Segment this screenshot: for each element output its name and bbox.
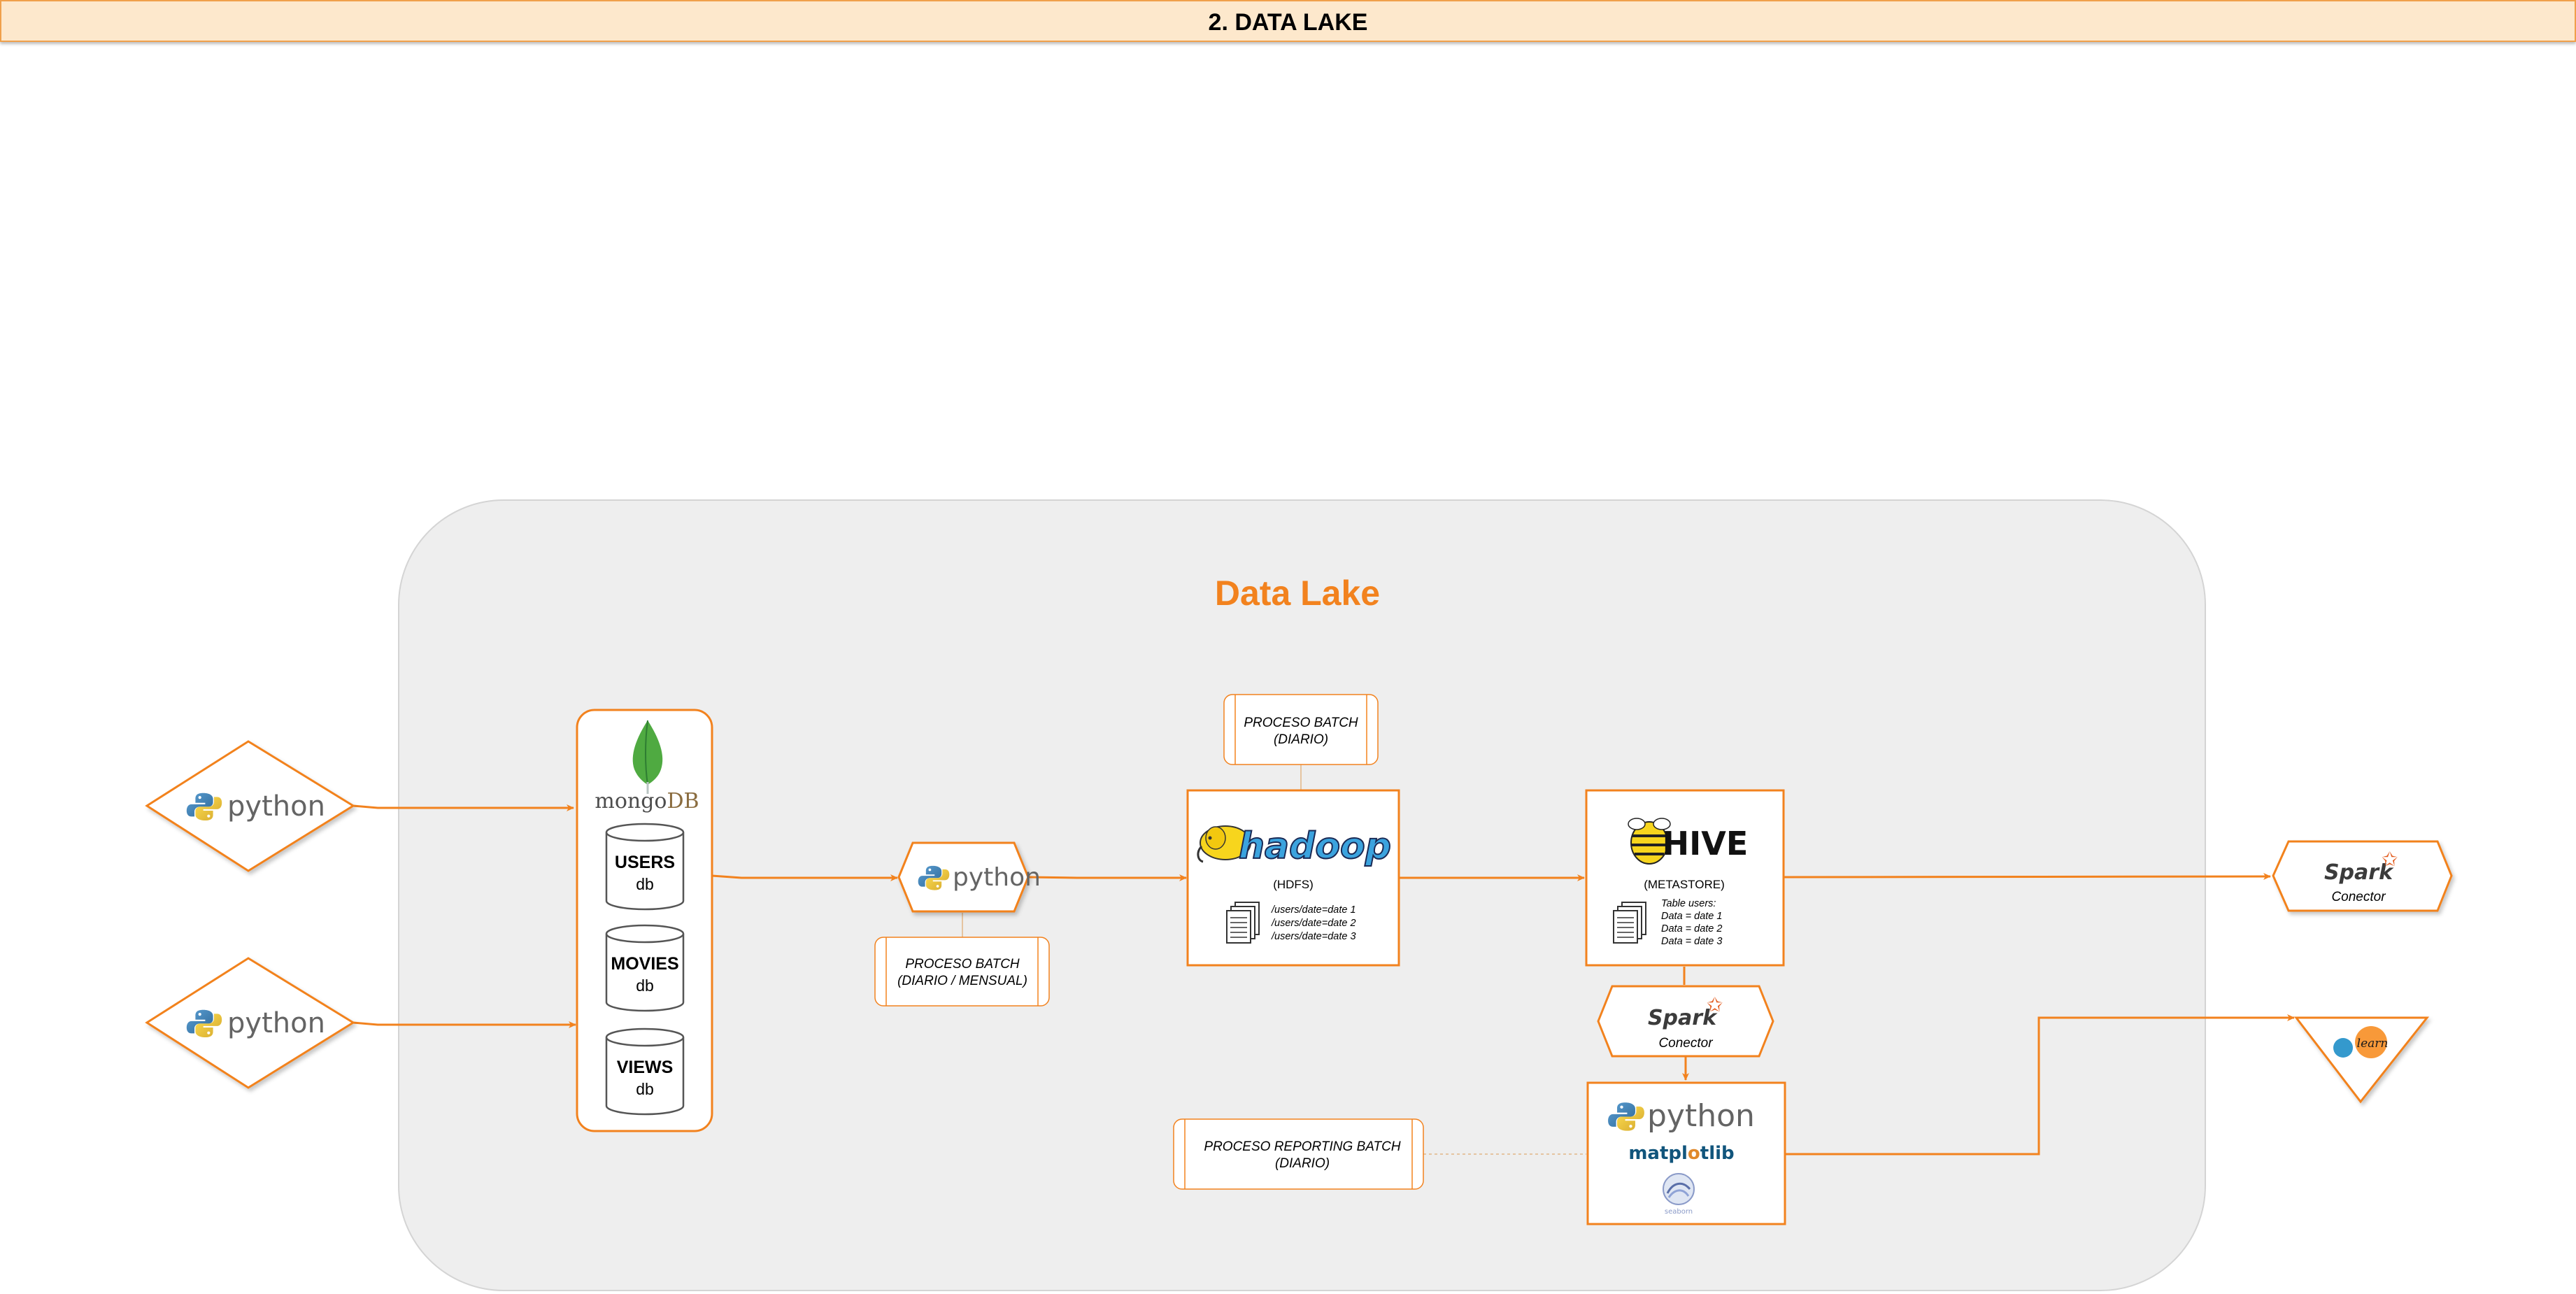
db-sub: db	[636, 976, 654, 995]
db-name: MOVIES	[611, 954, 678, 974]
note-reporting: PROCESO REPORTING BATCH (DIARIO)	[1173, 1118, 1424, 1190]
spark-label: Conector	[1658, 1036, 1713, 1051]
note-line1: PROCESO BATCH	[905, 957, 1020, 972]
hdfs-file: /users/date=date 3	[1271, 931, 1356, 942]
spark-star-icon: ✩	[2382, 848, 2398, 871]
reporting-node: python matplotlib seaborn	[1586, 1081, 1786, 1225]
python-wordmark: python	[953, 863, 1041, 892]
hadoop-wordmark: hadoop	[1239, 825, 1391, 867]
hive-label: (METASTORE)	[1644, 878, 1725, 891]
db-users: USERS db	[605, 823, 685, 911]
etl-python-node: python	[897, 841, 1041, 913]
note-box	[874, 937, 1050, 1007]
architecture-diagram: Data Lake python python mongoDB USERS db…	[145, 499, 2453, 1291]
note-line2: (DIARIO)	[1274, 732, 1328, 747]
mongodb-node: mongoDB USERS db MOVIES db VIEWS db	[576, 709, 713, 1132]
db-sub: db	[636, 875, 654, 893]
sklearn-wordmark: learn	[2357, 1037, 2389, 1051]
spark-star-icon: ✩	[1707, 993, 1723, 1016]
note-line2: (DIARIO)	[1275, 1156, 1330, 1171]
data-lake-title: Data Lake	[1215, 574, 1380, 613]
hive-table-line: Data = date 1	[1661, 911, 1722, 922]
hadoop-label: (HDFS)	[1273, 878, 1314, 891]
db-sub: db	[636, 1080, 654, 1098]
note-line1: PROCESO BATCH	[1244, 716, 1358, 730]
python-wordmark: python	[1647, 1098, 1755, 1134]
note-line1: PROCESO REPORTING BATCH	[1204, 1139, 1400, 1154]
hive-table-line: Data = date 3	[1661, 936, 1722, 947]
seaborn-icon	[1663, 1173, 1695, 1205]
spark-label: Conector	[2331, 890, 2386, 904]
matplotlib-wordmark: matplotlib	[1628, 1143, 1734, 1164]
note-line2: (DIARIO / MENSUAL)	[897, 974, 1027, 988]
note-etl: PROCESO BATCH (DIARIO / MENSUAL)	[874, 937, 1050, 1007]
hive-table-line: Data = date 2	[1661, 923, 1722, 934]
hive-table-line: Table users:	[1661, 898, 1716, 909]
hive-node: HIVE (METASTORE) Table users: Data = dat…	[1585, 789, 1785, 967]
sklearn-blue-circle	[2333, 1038, 2353, 1058]
hadoop-node: hadoop (HDFS) /users/date=date 1 /users/…	[1186, 789, 1400, 967]
edge-etl-hadoop	[1027, 874, 1187, 881]
source-python-1: python	[145, 740, 355, 872]
sklearn-output: learn	[2293, 1016, 2430, 1104]
python-wordmark: python	[227, 790, 325, 823]
note-box	[1173, 1118, 1424, 1190]
files-icon	[1226, 902, 1260, 944]
mongodb-wordmark: mongoDB	[595, 789, 699, 813]
seaborn-wordmark: seaborn	[1665, 1208, 1693, 1216]
files-icon	[1613, 902, 1646, 944]
spark-connector-out: Spark ✩ Conector	[2272, 840, 2453, 912]
spark-connector-mid: Spark ✩ Conector	[1597, 985, 1774, 1058]
db-name: VIEWS	[617, 1058, 674, 1077]
hdfs-file: /users/date=date 2	[1271, 918, 1356, 929]
edge-hive-spark-out	[1783, 873, 2271, 881]
db-movies: MOVIES db	[605, 924, 685, 1012]
hive-wordmark: HIVE	[1663, 825, 1749, 862]
db-name: USERS	[615, 853, 675, 872]
db-views: VIEWS db	[605, 1028, 685, 1116]
note-hadoop: PROCESO BATCH (DIARIO)	[1223, 694, 1379, 765]
hdfs-file: /users/date=date 1	[1271, 904, 1356, 916]
python-wordmark: python	[227, 1007, 325, 1039]
source-python-2: python	[145, 957, 355, 1089]
